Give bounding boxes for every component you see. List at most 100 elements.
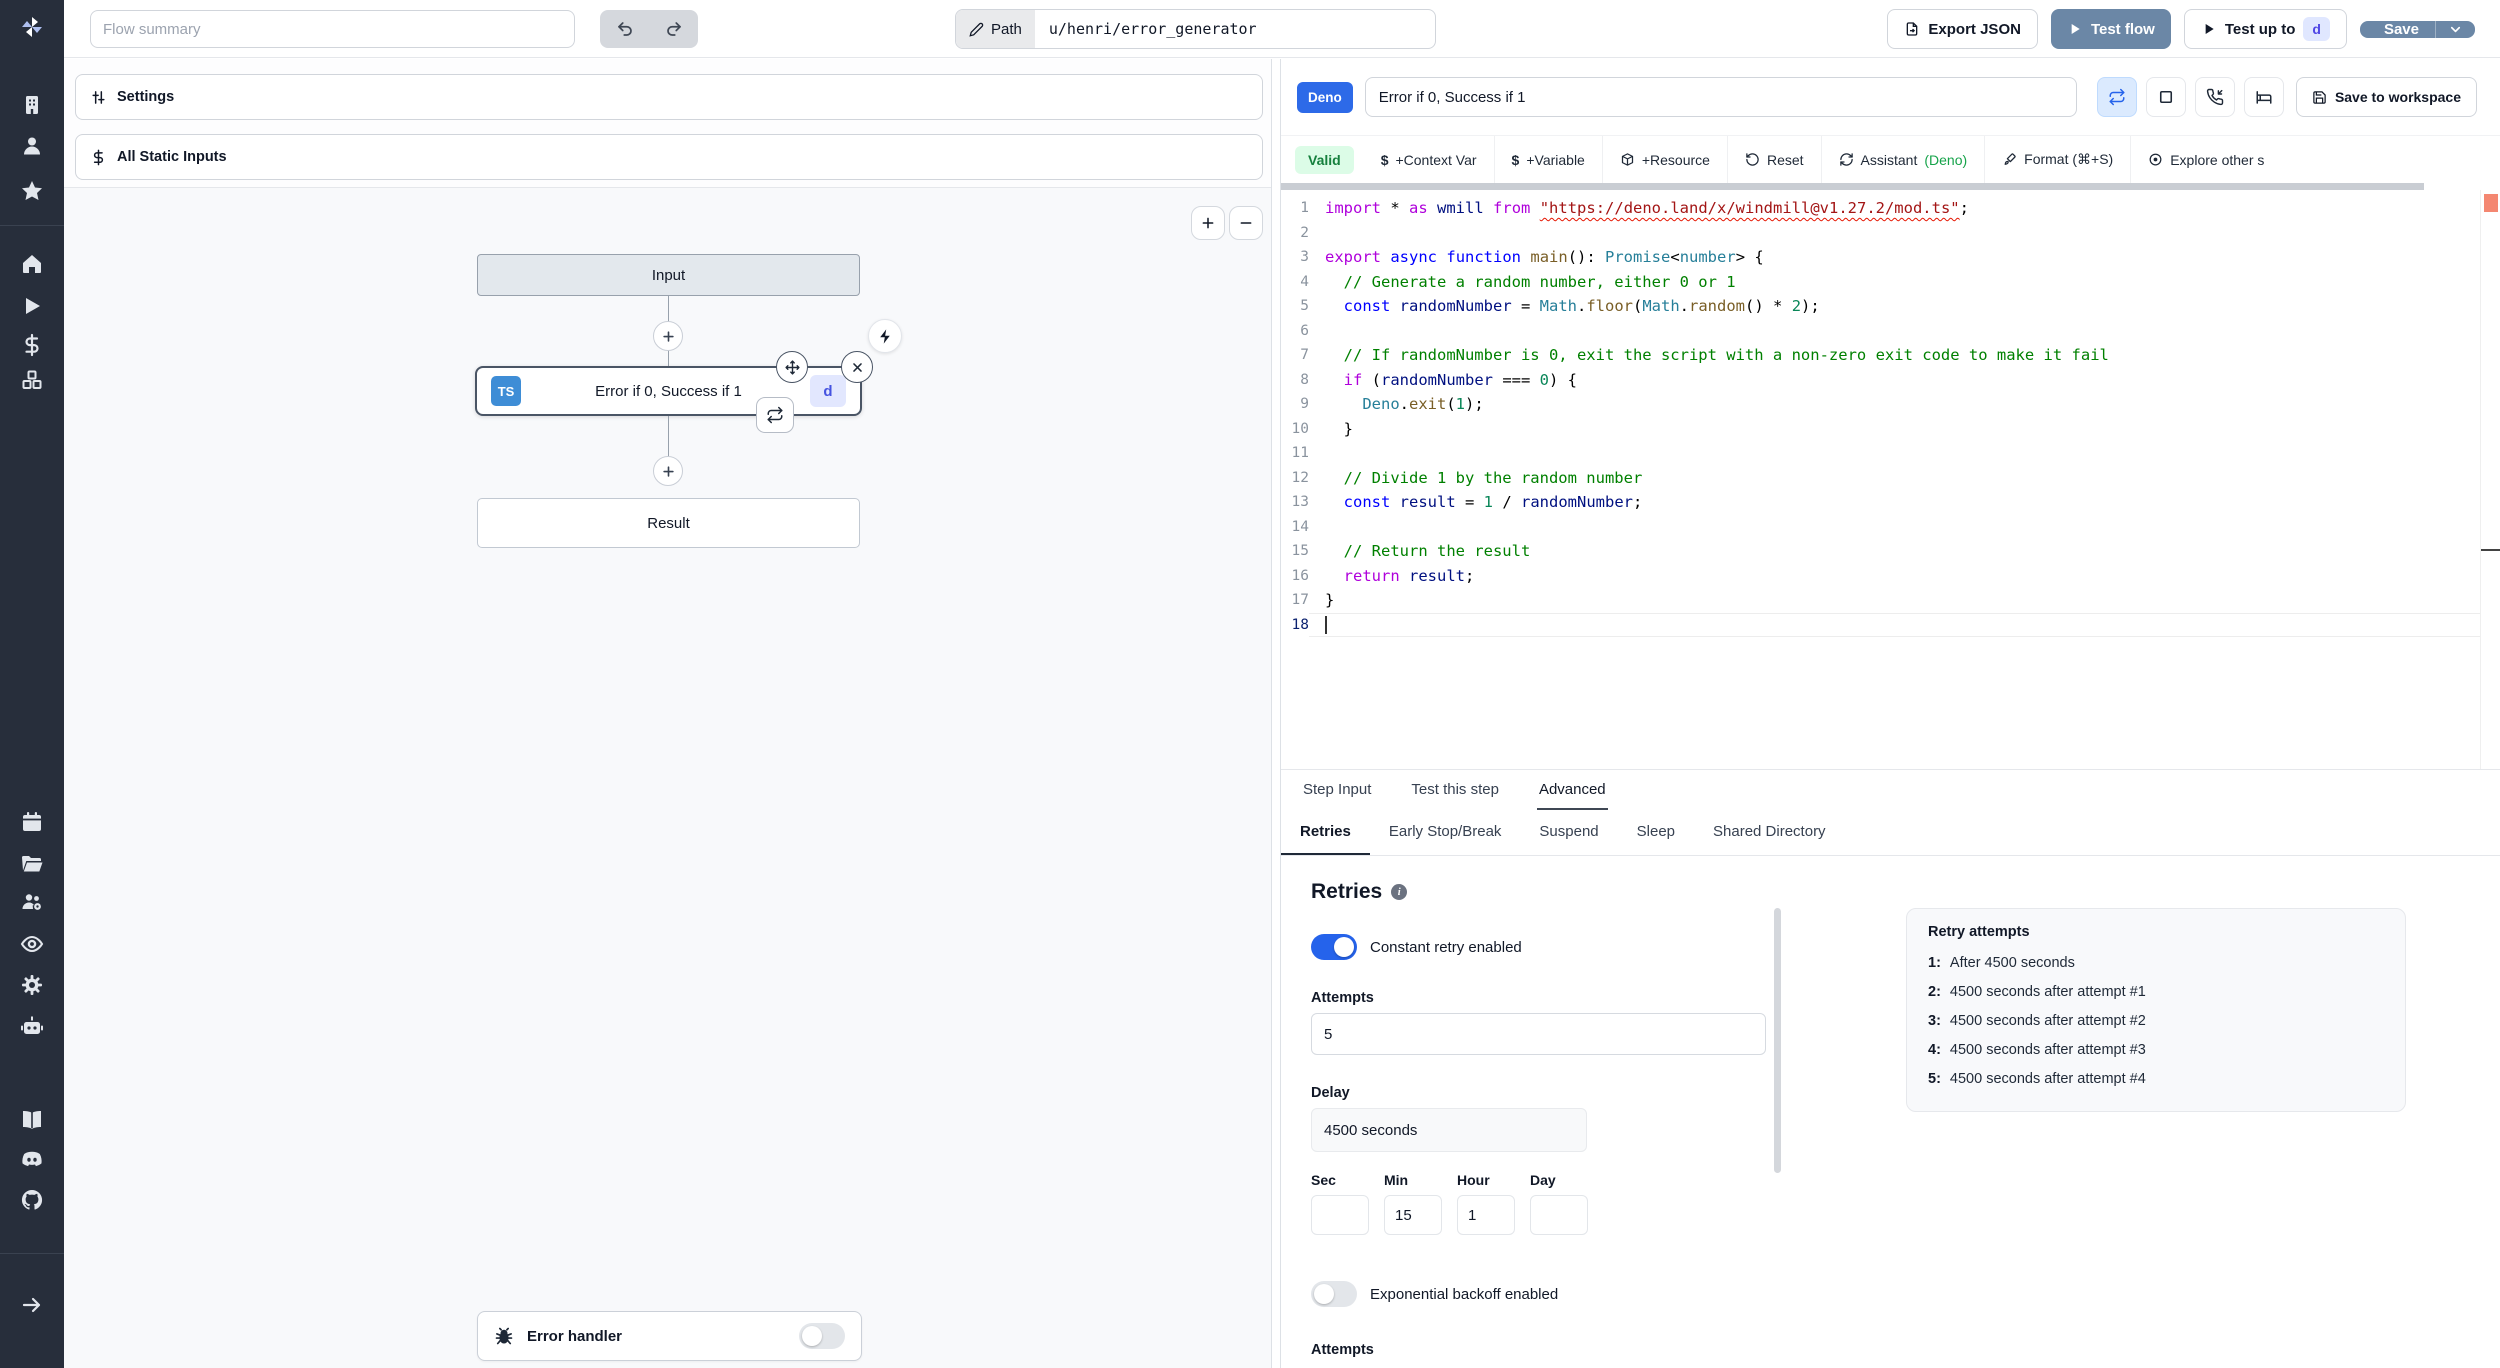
step-retry-indicator[interactable] — [756, 397, 794, 433]
delete-step-button[interactable] — [841, 351, 873, 383]
dollar-icon: $ — [1511, 151, 1520, 168]
retry-attempts-list: 1: After 4500 seconds 2: 4500 seconds after… — [1928, 949, 2384, 1094]
step-node-title: Error if 0, Success if 1 — [595, 382, 742, 400]
save-icon — [2313, 90, 2326, 104]
code-line: 3 export async function main(): Promise<n… — [1300, 248, 1764, 266]
min-input[interactable] — [1384, 1195, 1442, 1235]
hour-input[interactable] — [1457, 1195, 1515, 1235]
favorites-star-icon[interactable] — [19, 178, 45, 204]
error-handler-toggle[interactable] — [799, 1323, 845, 1349]
trigger-bolt-button[interactable] — [868, 319, 902, 353]
tab-step-input[interactable]: Step Input — [1301, 770, 1373, 810]
save-dropdown-button[interactable] — [2435, 20, 2475, 38]
format-button[interactable]: Format (⌘+S) — [1985, 136, 2132, 183]
tab-advanced[interactable]: Advanced — [1536, 770, 1608, 810]
attempts-label-cutoff: Attempts — [1311, 1342, 1374, 1358]
workers-robot-icon[interactable] — [19, 1014, 45, 1040]
schedules-calendar-icon[interactable] — [19, 809, 45, 835]
subtab-suspend[interactable]: Suspend — [1520, 810, 1617, 855]
flow-summary-input[interactable] — [90, 10, 575, 48]
code-line: 1 import * as wmill from "https://deno.la… — [1300, 199, 1969, 217]
windmill-logo-icon[interactable] — [19, 14, 45, 40]
export-json-button[interactable]: Export JSON — [1887, 9, 2038, 49]
home-icon[interactable] — [19, 251, 45, 277]
reset-button[interactable]: Reset — [1728, 136, 1822, 183]
assistant-button[interactable]: Assistant (Deno) — [1822, 136, 1986, 183]
code-line: 9 Deno.exit(1); — [1300, 395, 1484, 413]
user-icon[interactable] — [19, 133, 45, 159]
subtab-sleep[interactable]: Sleep — [1618, 810, 1694, 855]
input-node[interactable]: Input — [477, 254, 860, 296]
min-field: Min — [1384, 1172, 1442, 1235]
code-editor[interactable]: 1 import * as wmill from "https://deno.la… — [1281, 190, 2500, 769]
resources-boxes-icon[interactable] — [19, 367, 45, 393]
path-value[interactable]: u/henri/error_generator — [1035, 10, 1435, 48]
retry-attempt-item: 5: 4500 seconds after attempt #4 — [1928, 1071, 2146, 1087]
retries-scrollbar[interactable] — [1774, 908, 1781, 1173]
flow-path-field[interactable]: Path u/henri/error_generator — [955, 9, 1436, 49]
exponential-backoff-toggle[interactable] — [1311, 1281, 1357, 1307]
error-handler-bar[interactable]: Error handler — [477, 1311, 862, 1361]
explore-scripts-button[interactable]: Explore other s — [2131, 136, 2281, 183]
github-icon[interactable] — [19, 1187, 45, 1213]
subtab-retries[interactable]: Retries — [1281, 810, 1370, 855]
delay-input[interactable] — [1311, 1108, 1587, 1152]
folders-icon[interactable] — [19, 851, 45, 877]
discord-icon[interactable] — [19, 1147, 45, 1173]
constant-retry-toggle[interactable] — [1311, 934, 1357, 960]
save-button[interactable]: Save — [2360, 21, 2435, 38]
zoom-in-button[interactable] — [1191, 206, 1225, 240]
collapse-arrow-right-icon[interactable] — [19, 1292, 45, 1318]
info-icon[interactable]: i — [1391, 884, 1408, 900]
attempts-input[interactable] — [1311, 1013, 1766, 1055]
tab-test-this-step[interactable]: Test this step — [1409, 770, 1501, 810]
code-line: 4 // Generate a random number, either 0 … — [1300, 272, 1736, 291]
test-up-to-button[interactable]: Test up to d — [2183, 9, 2347, 49]
code-line: 7 // If randomNumber is 0, exit the scri… — [1300, 346, 2109, 364]
groups-users-gear-icon[interactable] — [19, 889, 45, 915]
subtab-early-stop-break[interactable]: Early Stop/Break — [1370, 810, 1521, 855]
step-name-input[interactable] — [1364, 77, 2077, 117]
insert-step-below-button[interactable] — [653, 456, 683, 486]
suspend-button[interactable] — [2194, 77, 2235, 117]
retries-toggle-button[interactable] — [2096, 77, 2137, 117]
variables-dollar-icon[interactable] — [19, 332, 45, 358]
docs-book-icon[interactable] — [19, 1107, 45, 1133]
zoom-out-button[interactable] — [1229, 206, 1263, 240]
step-node-error-if-0[interactable]: TS Error if 0, Success if 1 d — [475, 351, 873, 433]
sec-input[interactable] — [1311, 1195, 1369, 1235]
flow-settings-bar[interactable]: Settings — [75, 74, 1263, 120]
editor-overview-ruler — [2480, 190, 2500, 769]
redo-button[interactable] — [649, 10, 698, 48]
undo-button[interactable] — [600, 10, 649, 48]
plus-icon — [662, 465, 674, 477]
add-variable-button[interactable]: $ +Variable — [1495, 136, 1603, 183]
sleep-button[interactable] — [2243, 77, 2284, 117]
runs-play-icon[interactable] — [19, 293, 45, 319]
code-line: 17} — [1291, 591, 1335, 609]
result-node[interactable]: Result — [477, 498, 860, 548]
day-input[interactable] — [1530, 1195, 1588, 1235]
settings-gear-icon[interactable] — [19, 972, 45, 998]
test-flow-button[interactable]: Test flow — [2050, 9, 2171, 49]
toolbar-horizontal-scrollbar[interactable] — [1281, 183, 2424, 190]
retries-panel: Retries i Constant retry enabled Attempt… — [1281, 856, 2500, 1368]
audit-eye-icon[interactable] — [19, 931, 45, 957]
move-step-handle[interactable] — [776, 351, 808, 383]
save-to-workspace-button[interactable]: Save to workspace — [2295, 77, 2477, 117]
circle-dot-icon — [2149, 153, 2162, 166]
chevron-down-icon — [2450, 26, 2461, 32]
all-static-inputs-bar[interactable]: All Static Inputs — [75, 134, 1263, 180]
code-line: 2 — [1300, 224, 1309, 241]
add-resource-button[interactable]: +Resource — [1603, 136, 1728, 183]
add-context-var-button[interactable]: $ +Context Var — [1364, 136, 1495, 183]
dollar-icon: $ — [1380, 151, 1389, 168]
lightning-bolt-icon — [879, 328, 890, 344]
insert-step-above-button[interactable] — [653, 321, 683, 351]
code-toolbar: Valid $ +Context Var $ +Variable +Resour… — [1281, 135, 2500, 183]
subtab-shared-directory[interactable]: Shared Directory — [1694, 810, 1845, 855]
dollar-icon — [93, 149, 104, 165]
early-stop-button[interactable] — [2145, 77, 2186, 117]
workspace-building-icon[interactable] — [19, 92, 45, 118]
brush-icon — [2004, 153, 2016, 165]
